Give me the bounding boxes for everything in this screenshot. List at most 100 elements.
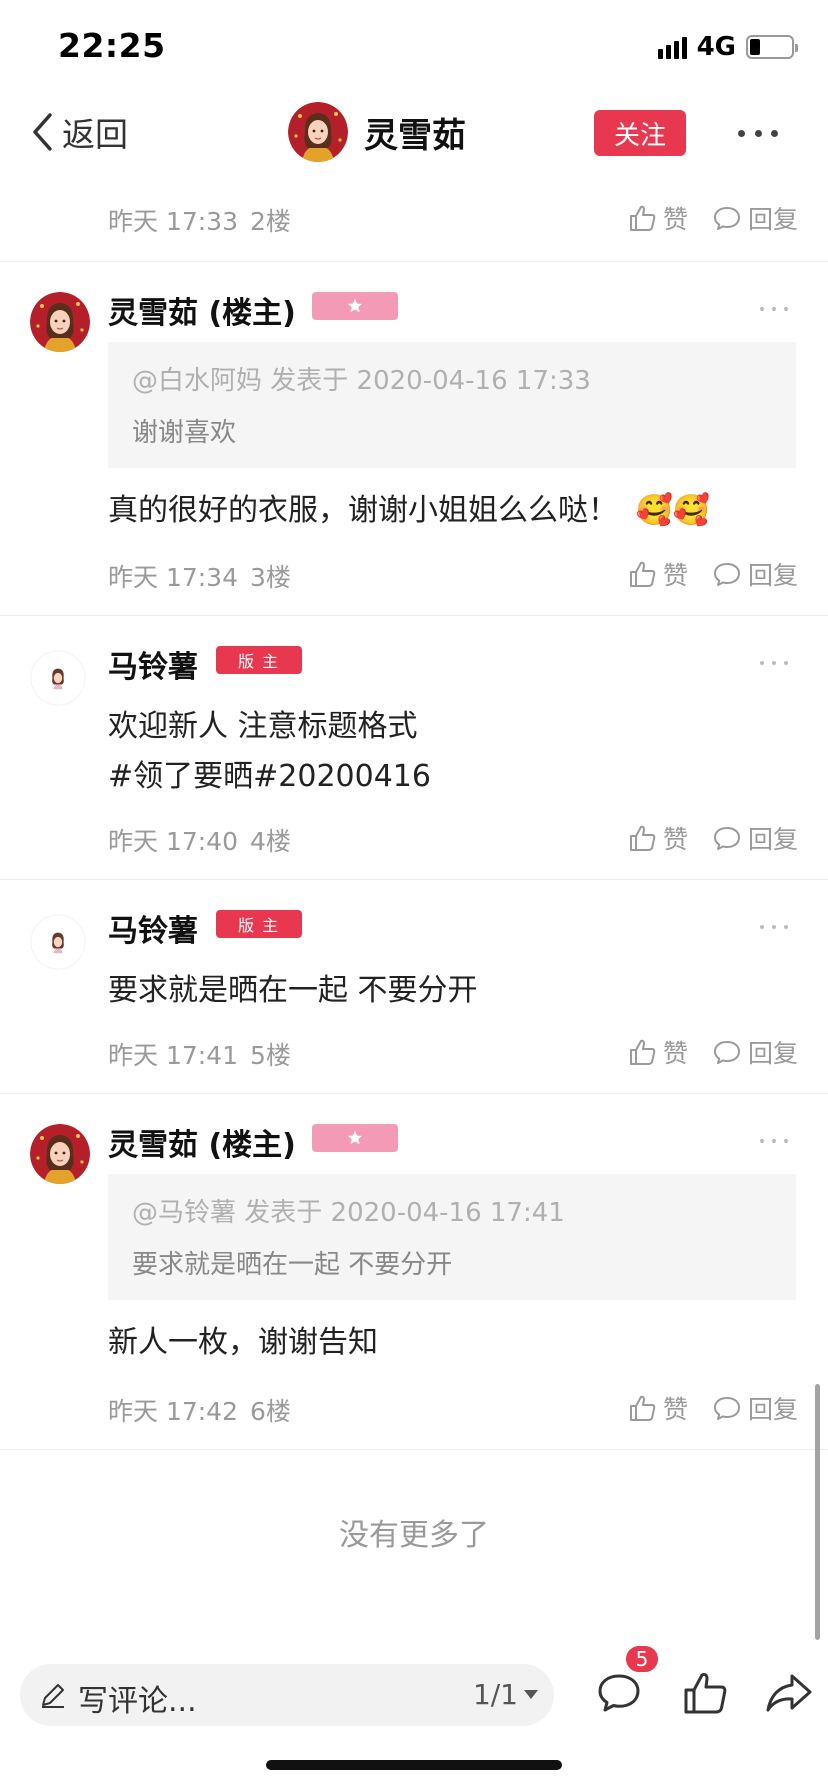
avatar[interactable] — [30, 914, 86, 970]
like-button[interactable]: 赞 — [627, 556, 688, 592]
quoted-reply: @白水阿妈 发表于 2020-04-16 17:33 谢谢喜欢 — [108, 342, 796, 468]
avatar-image — [30, 914, 86, 970]
moderator-badge: 版主 — [216, 910, 302, 938]
list-item: 灵雪茹 (楼主) @马铃薯 发表于 2020-04-16 17:41 要求就是晒… — [0, 1094, 828, 1450]
triangle-down-icon — [524, 1690, 538, 1699]
star-icon — [347, 298, 363, 313]
share-arrow-icon — [766, 1674, 812, 1712]
avatar-image — [30, 292, 90, 352]
like-button[interactable]: 赞 — [627, 1034, 688, 1070]
back-label: 返回 — [62, 115, 128, 154]
emoji: 🥰🥰 — [635, 493, 711, 528]
reply-button[interactable]: 回复 — [712, 556, 798, 592]
comment-actions: 赞 回复 — [627, 1390, 798, 1426]
avatar[interactable] — [30, 292, 90, 352]
comment-time: 昨天 17:40 — [108, 827, 238, 856]
share-button[interactable] — [764, 1668, 814, 1718]
comment-meta: 昨天 17:34 3楼 — [108, 558, 291, 594]
like-label: 赞 — [662, 825, 688, 854]
star-badge — [312, 292, 398, 320]
network-label: 4G — [696, 32, 736, 62]
page-number: 1/1 — [472, 1678, 518, 1711]
avatar — [288, 102, 348, 162]
quote-meta: @马铃薯 发表于 2020-04-16 17:41 — [132, 1198, 565, 1228]
comment-text-line: 欢迎新人 注意标题格式 — [108, 709, 418, 744]
avatar[interactable] — [30, 650, 86, 706]
comment-meta: 昨天 17:40 4楼 — [108, 822, 291, 858]
signal-icon — [657, 35, 687, 59]
comment-body: 欢迎新人 注意标题格式 #领了要晒#20200416 — [108, 702, 431, 802]
reply-label: 回复 — [747, 1395, 798, 1424]
quoted-reply: @马铃薯 发表于 2020-04-16 17:41 要求就是晒在一起 不要分开 — [108, 1174, 796, 1300]
comment-meta: 昨天 17:42 6楼 — [108, 1392, 291, 1428]
comment-more-icon[interactable] — [760, 304, 788, 314]
username[interactable]: 灵雪茹 (楼主) — [108, 288, 296, 332]
like-post-button[interactable] — [680, 1668, 730, 1718]
like-label: 赞 — [662, 205, 688, 234]
pencil-icon — [42, 1684, 64, 1708]
comment-bubble-icon — [712, 1037, 742, 1067]
nav-user[interactable]: 灵雪茹 — [288, 102, 466, 162]
like-button[interactable]: 赞 — [627, 820, 688, 856]
comment-more-icon[interactable] — [760, 658, 788, 668]
scrollbar[interactable] — [815, 1384, 820, 1640]
status-indicators: 4G — [657, 32, 798, 62]
comment-input[interactable]: 写评论... 1/1 — [20, 1664, 554, 1726]
avatar[interactable] — [30, 1124, 90, 1184]
comment-floor: 6楼 — [250, 1397, 291, 1426]
comment-more-icon[interactable] — [760, 1136, 788, 1146]
reply-label: 回复 — [747, 561, 798, 590]
list-item: 马铃薯 版主 要求就是晒在一起 不要分开 昨天 17:41 5楼 赞 回复 — [0, 880, 828, 1094]
reply-label: 回复 — [747, 1039, 798, 1068]
list-item: 昨天 17:33 2楼 赞 回复 — [0, 178, 828, 262]
quote-meta: @白水阿妈 发表于 2020-04-16 17:33 — [132, 366, 591, 396]
thumbs-up-icon — [684, 1673, 727, 1714]
thumbs-up-icon — [627, 1037, 657, 1067]
moderator-badge: 版主 — [216, 646, 302, 674]
comment-time: 昨天 17:34 — [108, 563, 238, 592]
list-item: 灵雪茹 (楼主) @白水阿妈 发表于 2020-04-16 17:33 谢谢喜欢… — [0, 262, 828, 616]
reply-label: 回复 — [747, 825, 798, 854]
like-label: 赞 — [662, 1039, 688, 1068]
like-label: 赞 — [662, 561, 688, 590]
comment-actions: 赞 回复 — [627, 820, 798, 856]
chevron-left-icon — [33, 113, 52, 151]
comment-bubble-icon — [712, 559, 742, 589]
reply-button[interactable]: 回复 — [712, 1034, 798, 1070]
reply-button[interactable]: 回复 — [712, 200, 798, 236]
more-options-icon[interactable] — [738, 118, 778, 148]
comment-bubble-icon — [712, 823, 742, 853]
like-button[interactable]: 赞 — [627, 1390, 688, 1426]
quote-text: 谢谢喜欢 — [132, 418, 237, 448]
username[interactable]: 马铃薯 — [108, 906, 198, 950]
back-button[interactable]: 返回 — [30, 108, 128, 156]
username[interactable]: 灵雪茹 (楼主) — [108, 1120, 296, 1164]
quote-text: 要求就是晒在一起 不要分开 — [132, 1250, 453, 1280]
comment-body: 真的很好的衣服，谢谢小姐姐么么哒！ 🥰🥰 — [108, 486, 710, 536]
comment-time: 昨天 17:33 — [108, 207, 238, 236]
username[interactable]: 马铃薯 — [108, 642, 198, 686]
comments-button[interactable] — [594, 1668, 644, 1718]
comment-time: 昨天 17:41 — [108, 1041, 238, 1070]
comment-actions: 赞 回复 — [627, 1034, 798, 1070]
page-selector[interactable]: 1/1 — [473, 1678, 538, 1711]
avatar-image — [30, 650, 86, 706]
status-time: 22:25 — [58, 26, 166, 65]
star-badge — [312, 1124, 398, 1152]
comment-body: 要求就是晒在一起 不要分开 — [108, 973, 478, 1008]
reply-button[interactable]: 回复 — [712, 820, 798, 856]
like-button[interactable]: 赞 — [627, 200, 688, 236]
thumbs-up-icon — [627, 559, 657, 589]
comment-more-icon[interactable] — [760, 922, 788, 932]
list-item: 马铃薯 版主 欢迎新人 注意标题格式 #领了要晒#20200416 昨天 17:… — [0, 616, 828, 880]
comment-text: 真的很好的衣服，谢谢小姐姐么么哒！ — [108, 493, 618, 528]
bottom-bar: 写评论... 1/1 5 — [0, 1644, 828, 1740]
comment-body: 新人一枚，谢谢告知 — [108, 1325, 378, 1360]
reply-button[interactable]: 回复 — [712, 1390, 798, 1426]
comment-bubble-icon — [712, 1393, 742, 1423]
comment-floor: 2楼 — [250, 207, 291, 236]
follow-button[interactable]: 关注 — [594, 110, 686, 156]
comment-placeholder: 写评论... — [78, 1684, 197, 1719]
comment-actions: 赞 回复 — [627, 200, 798, 236]
comment-count-badge: 5 — [624, 1644, 660, 1674]
